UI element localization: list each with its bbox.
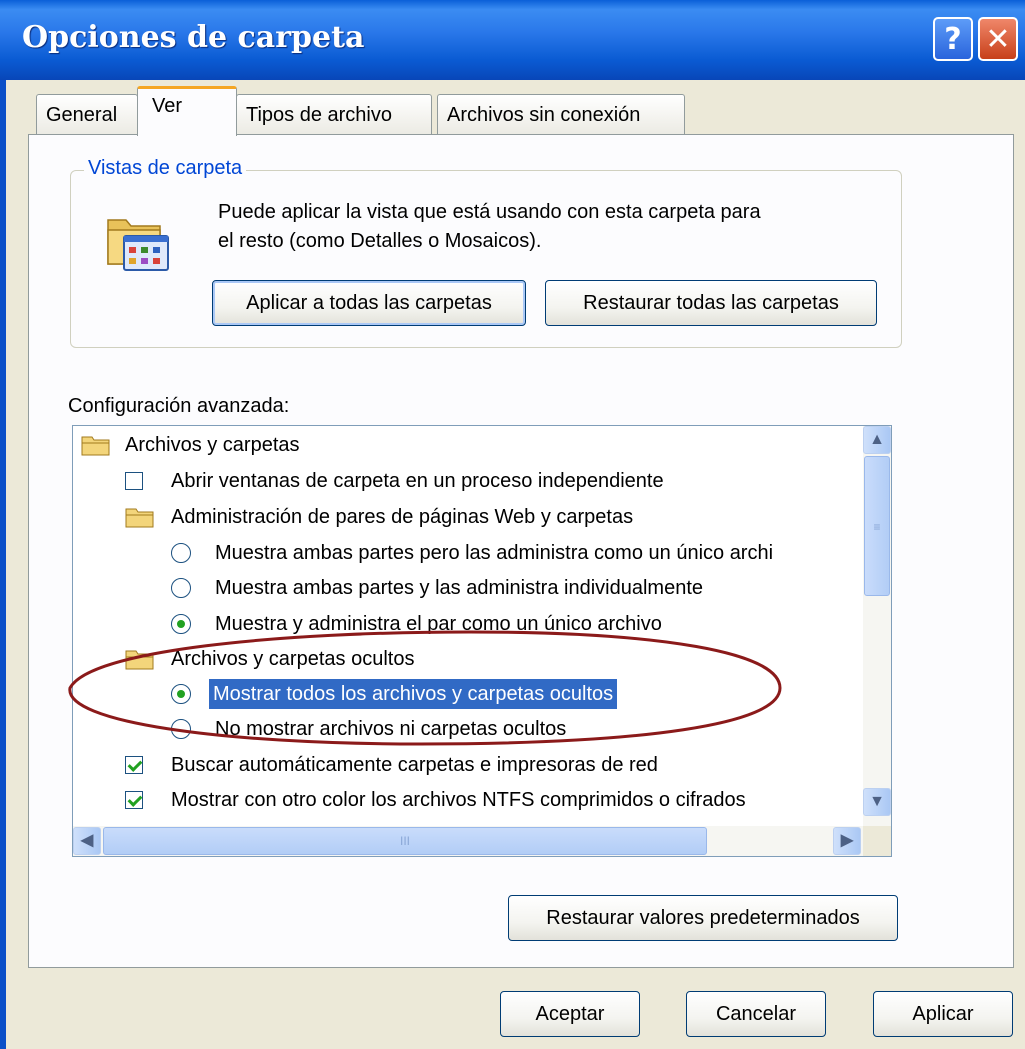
- radio-button-checked[interactable]: [171, 614, 191, 634]
- folder-icon: [81, 436, 110, 456]
- folder-icon: [125, 650, 154, 670]
- chevron-left-icon: ◀: [80, 832, 94, 849]
- cancel-button[interactable]: Cancelar: [686, 991, 826, 1037]
- folder-views-legend: Vistas de carpeta: [84, 157, 247, 180]
- advanced-settings-list[interactable]: Archivos y carpetas Abrir ventanas de ca…: [72, 425, 892, 857]
- radio-button[interactable]: [171, 719, 191, 739]
- tree-item-label: Muestra ambas partes pero las administra…: [215, 542, 774, 564]
- close-button[interactable]: ✕: [978, 17, 1018, 61]
- folder-views-description-line2: el resto (como Detalles o Mosaicos).: [218, 230, 542, 252]
- tree-item-label: Buscar automáticamente carpetas e impres…: [171, 754, 658, 776]
- help-button[interactable]: ?: [933, 17, 973, 61]
- tree-item-label: Archivos y carpetas: [125, 434, 300, 456]
- horizontal-scrollbar[interactable]: ◀ III ▶: [73, 826, 863, 856]
- reset-all-folders-button[interactable]: Restaurar todas las carpetas: [545, 280, 877, 326]
- checkbox-checked[interactable]: [125, 756, 143, 774]
- advanced-settings-content: Archivos y carpetas Abrir ventanas de ca…: [73, 426, 863, 826]
- radio-button-checked[interactable]: [171, 684, 191, 704]
- grip-icon: III: [399, 834, 410, 848]
- window-title: Opciones de carpeta: [22, 20, 365, 55]
- ok-button[interactable]: Aceptar: [500, 991, 640, 1037]
- tab-offline-files[interactable]: Archivos sin conexión: [437, 94, 685, 134]
- checkbox[interactable]: [125, 472, 143, 490]
- horizontal-scroll-thumb[interactable]: III: [103, 827, 707, 855]
- tree-item-label: Muestra y administra el par como un únic…: [215, 613, 662, 635]
- vertical-scrollbar[interactable]: ▲ ≡ ▼: [863, 426, 891, 826]
- apply-to-all-folders-button[interactable]: Aplicar a todas las carpetas: [212, 280, 526, 326]
- tree-item-label: Mostrar con otro color los archivos NTFS…: [171, 789, 746, 811]
- folder-views-description-line1: Puede aplicar la vista que está usando c…: [218, 201, 761, 223]
- advanced-settings-label: Configuración avanzada:: [68, 395, 290, 417]
- window-border: [0, 80, 6, 1049]
- scroll-right-button[interactable]: ▶: [833, 827, 861, 855]
- scroll-down-button[interactable]: ▼: [863, 788, 891, 816]
- checkbox-checked[interactable]: [125, 791, 143, 809]
- tab-file-types[interactable]: Tipos de archivo: [236, 94, 432, 134]
- grip-icon: ≡: [873, 520, 881, 534]
- tree-item-label-selected: Mostrar todos los archivos y carpetas oc…: [209, 679, 618, 709]
- tree-item-label: Administración de pares de páginas Web y…: [171, 506, 634, 528]
- tree-item-label: Muestra ambas partes y las administra in…: [215, 577, 703, 599]
- tab-general[interactable]: General: [36, 94, 138, 134]
- scroll-up-button[interactable]: ▲: [863, 426, 891, 454]
- chevron-right-icon: ▶: [840, 832, 854, 849]
- tree-item-label: Abrir ventanas de carpeta en un proceso …: [171, 470, 664, 492]
- chevron-down-icon: ▼: [869, 793, 885, 810]
- folder-icon: [125, 508, 154, 528]
- radio-button[interactable]: [171, 578, 191, 598]
- close-icon: ✕: [985, 22, 1011, 57]
- scrollbar-corner: [863, 826, 891, 856]
- tree-item-label: No mostrar archivos ni carpetas ocultos: [215, 718, 567, 740]
- title-bar[interactable]: Opciones de carpeta ? ✕: [0, 0, 1025, 80]
- radio-button[interactable]: [171, 543, 191, 563]
- tab-ver[interactable]: Ver: [137, 86, 237, 136]
- chevron-up-icon: ▲: [869, 431, 885, 448]
- folder-views-icon: [107, 219, 169, 271]
- scroll-left-button[interactable]: ◀: [73, 827, 101, 855]
- apply-button[interactable]: Aplicar: [873, 991, 1013, 1037]
- restore-defaults-button[interactable]: Restaurar valores predeterminados: [508, 895, 898, 941]
- tree-item-label: Archivos y carpetas ocultos: [171, 648, 415, 670]
- folder-options-dialog: Opciones de carpeta ? ✕ General Ver Tipo…: [0, 0, 1025, 1049]
- vertical-scroll-thumb[interactable]: ≡: [864, 456, 890, 596]
